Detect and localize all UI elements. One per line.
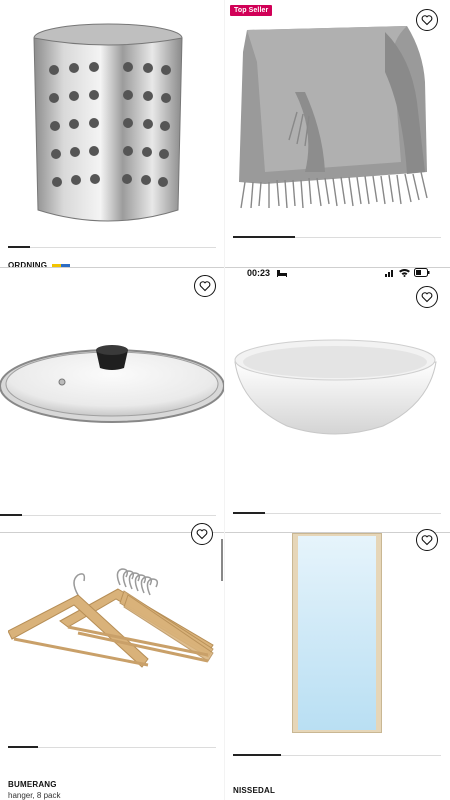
status-time: 00:23 — [247, 268, 271, 278]
favorite-button[interactable] — [416, 529, 438, 551]
card-divider — [8, 747, 216, 748]
image-carousel-indicator — [233, 512, 265, 514]
scrollbar[interactable] — [221, 539, 223, 581]
product-description: hanger, 8 pack — [8, 791, 61, 800]
favorite-button[interactable] — [191, 523, 213, 545]
product-card-pan-lid[interactable] — [0, 270, 225, 532]
image-carousel-indicator — [233, 754, 281, 756]
top-seller-badge: Top Seller — [230, 5, 273, 16]
image-carousel-indicator — [233, 236, 295, 238]
row-separator — [0, 267, 450, 268]
favorite-button[interactable] — [194, 275, 216, 297]
bowl-image — [234, 339, 437, 435]
image-carousel-indicator — [0, 514, 22, 516]
image-carousel-indicator — [8, 746, 38, 748]
throw-image — [239, 26, 428, 209]
product-card-bowl[interactable] — [225, 282, 450, 532]
product-card-bumerang[interactable]: BUMERANG hanger, 8 pack — [0, 523, 225, 800]
image-carousel-indicator — [8, 246, 30, 248]
column-gutter — [224, 0, 225, 800]
pan-lid-image — [0, 345, 225, 423]
signal-icon — [385, 270, 393, 277]
heart-outline-icon — [196, 529, 208, 540]
battery-icon — [414, 268, 430, 277]
mirror-glass — [298, 536, 376, 730]
mirror-frame — [292, 533, 382, 733]
heart-outline-icon — [199, 281, 211, 292]
product-name[interactable]: BUMERANG — [8, 780, 57, 789]
card-divider — [8, 247, 216, 248]
product-card-throw[interactable]: Top Seller — [225, 0, 450, 268]
bed-icon — [277, 270, 287, 277]
card-divider — [0, 515, 216, 516]
favorite-button[interactable] — [416, 286, 438, 308]
heart-outline-icon — [421, 292, 433, 303]
product-card-utensil-holder[interactable]: ORDNING — [0, 0, 225, 268]
product-name[interactable]: NISSEDAL — [233, 786, 275, 795]
utensil-holder-image — [33, 23, 183, 222]
status-bar: 00:23 — [225, 268, 450, 282]
hangers-image — [8, 568, 214, 668]
wifi-icon — [399, 269, 410, 277]
heart-outline-icon — [421, 535, 433, 546]
product-card-nissedal[interactable]: NISSEDAL — [225, 529, 450, 800]
